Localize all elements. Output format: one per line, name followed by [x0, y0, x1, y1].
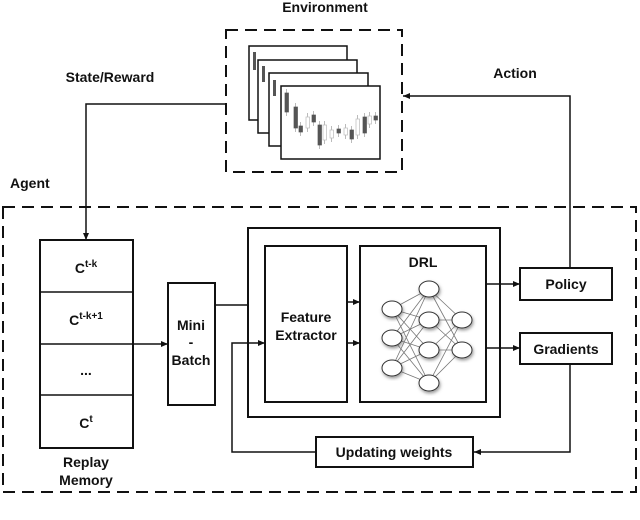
nn-node [451, 311, 473, 329]
candle-body [329, 129, 334, 139]
candle-body [298, 125, 303, 133]
nn-node [381, 329, 403, 347]
state-reward-label: State/Reward [66, 69, 155, 85]
candlestick-chart-stack [248, 45, 381, 160]
candle-body [362, 116, 367, 134]
nn-node [381, 359, 403, 377]
drl-label: DRL [409, 254, 438, 270]
candle-body [355, 118, 360, 136]
nn-node [418, 374, 440, 392]
candle-body [317, 124, 322, 146]
candle-body [293, 106, 298, 129]
drl-architecture-diagram: Environment State/Reward Action Agent Ct… [2, 0, 637, 493]
feature-extractor-line1: Feature [281, 309, 332, 325]
feature-extractor: Feature Extractor [264, 245, 348, 403]
candle-body [349, 129, 354, 140]
candle-body [367, 115, 372, 125]
feature-extractor-line2: Extractor [275, 327, 337, 343]
state-reward-arrow [83, 103, 226, 240]
candle-body [305, 116, 310, 129]
policy-label: Policy [545, 276, 586, 292]
replay-memory-label-line1: Replay [63, 454, 109, 470]
candle-body [311, 114, 316, 123]
environment-label: Environment [282, 0, 368, 15]
mini-batch-line2: - [189, 334, 194, 350]
memory-cell-2: ... [80, 362, 92, 378]
gradients-label: Gradients [533, 341, 599, 357]
candle-body [343, 127, 348, 136]
nn-node [451, 341, 473, 359]
candle-body [373, 115, 378, 121]
drl-block: DRL [359, 245, 487, 403]
mini-batch-line1: Mini [177, 317, 205, 333]
mini-batch: Mini - Batch [167, 282, 216, 406]
nn-node [381, 300, 403, 318]
mini-batch-line3: Batch [172, 352, 211, 368]
candle-body [322, 124, 327, 141]
updating-weights-label: Updating weights [336, 444, 453, 460]
action-label: Action [493, 65, 537, 81]
nn-node [418, 280, 440, 298]
candle-body [336, 128, 341, 134]
agent-label: Agent [10, 175, 50, 191]
candle-body [284, 92, 289, 113]
replay-memory: Ct-k Ct-k+1 ... Ct Replay Memory [39, 239, 134, 488]
replay-memory-label-line2: Memory [59, 472, 113, 488]
nn-node [418, 341, 440, 359]
nn-node [418, 311, 440, 329]
